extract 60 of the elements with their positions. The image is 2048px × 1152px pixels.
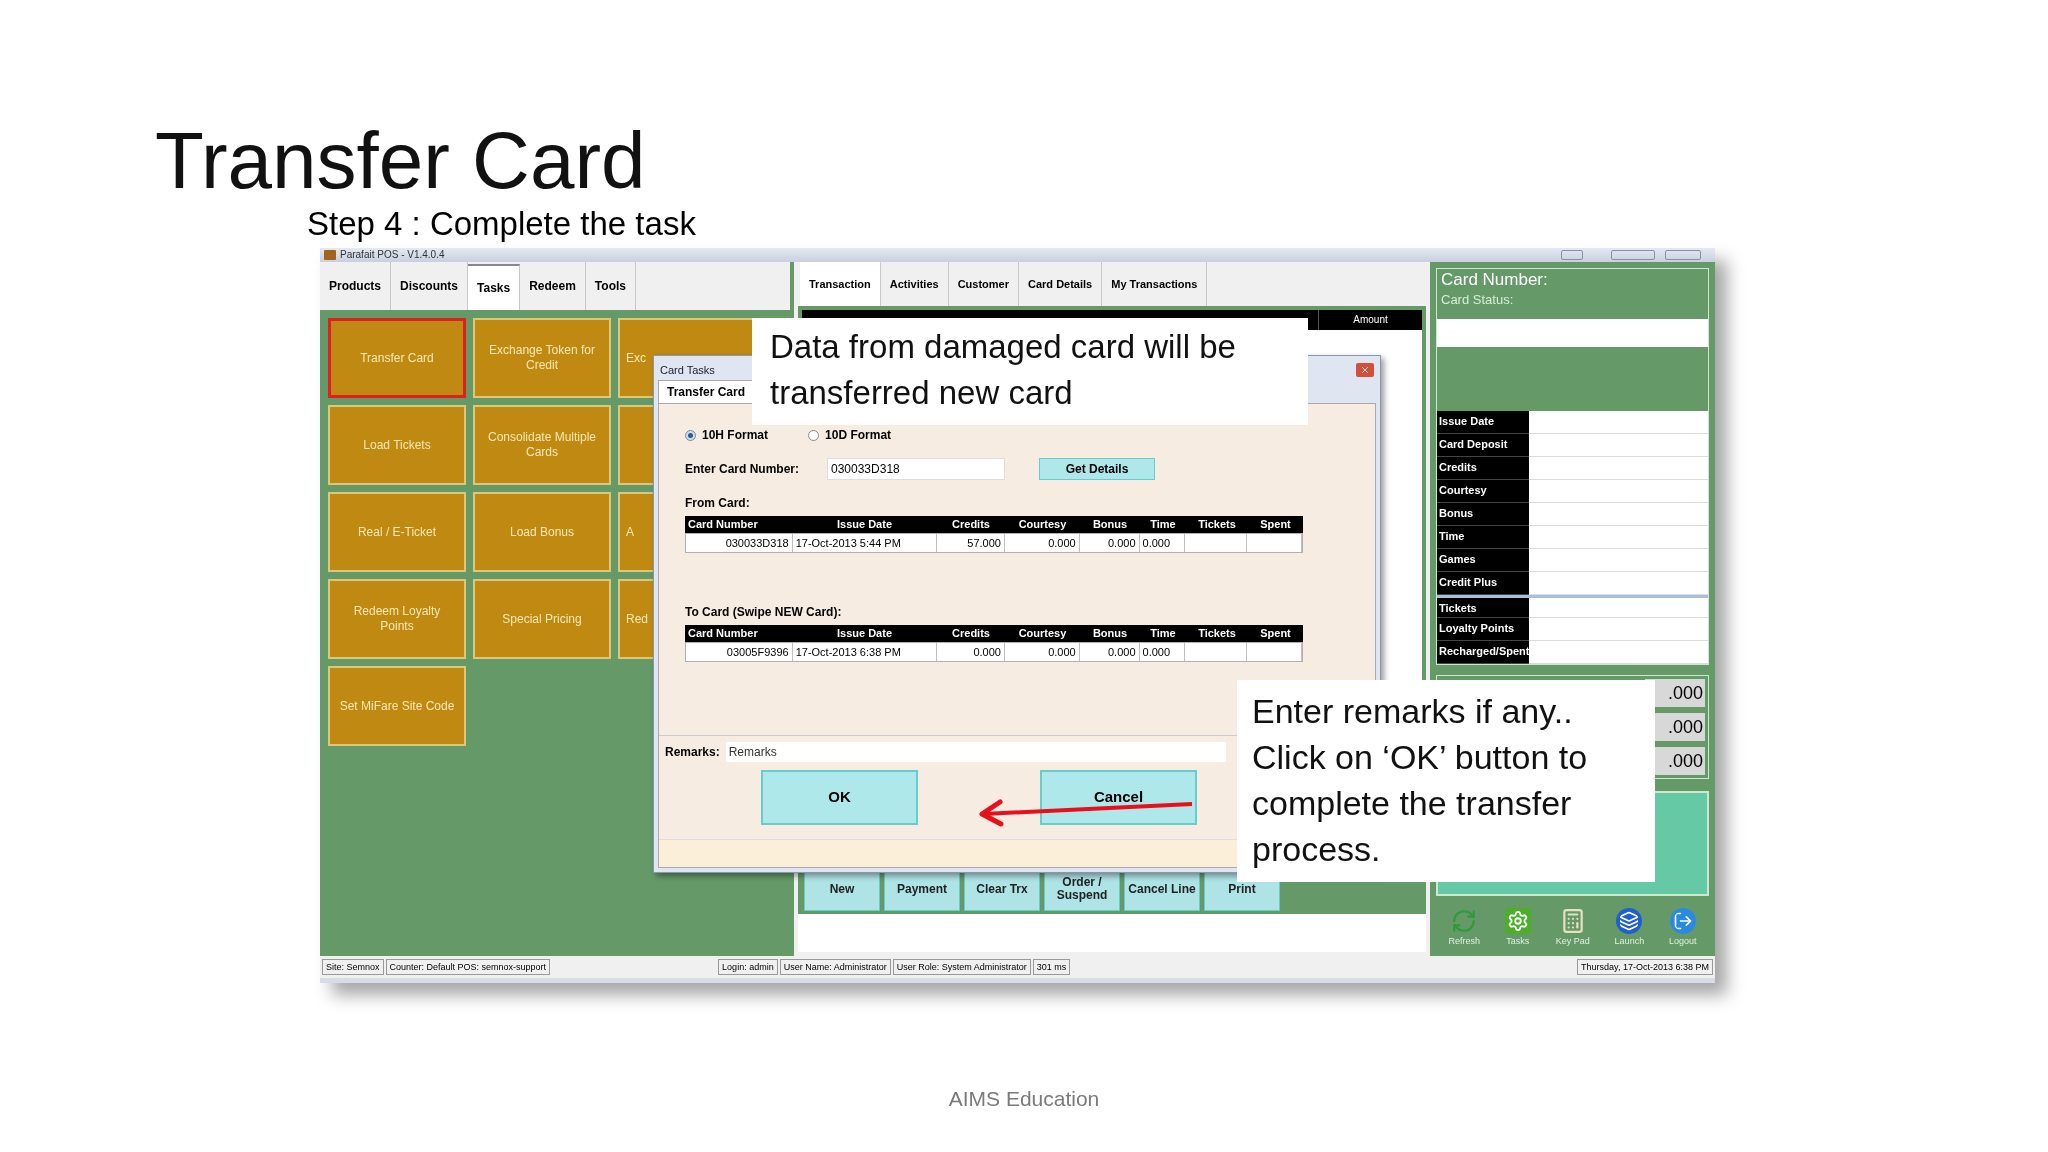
card-status-label: Card Status: (1441, 291, 1515, 309)
column-header: Card Number (687, 517, 759, 532)
column-header: Time (1149, 517, 1177, 532)
column-header: Card Number (687, 626, 759, 641)
column-header: Time (1149, 626, 1177, 641)
table-cell: 0.000 (1004, 534, 1080, 552)
field-label: Issue Date (1437, 411, 1529, 434)
section-label: To Card (Swipe NEW Card): (685, 605, 843, 619)
window-title: Parafait POS - V1.4.0.4 (340, 249, 445, 261)
table-cell: 0.000 (1004, 643, 1080, 661)
table-cell: 0.000 (937, 643, 1005, 661)
field-label: Bonus (1437, 503, 1529, 526)
field-label: Recharged/Spent (1437, 641, 1529, 664)
field-label: Card Deposit (1437, 434, 1529, 457)
status-item: Thursday, 17-Oct-2013 6:38 PM (1577, 959, 1713, 975)
column-header: Issue Date (836, 626, 893, 641)
status-item: Login: admin (718, 959, 778, 975)
slide-subtitle: Step 4 : Complete the task (307, 204, 697, 244)
field-label: Credit Plus (1437, 572, 1529, 595)
table-cell: 0.000 (1139, 643, 1186, 661)
status-item: 301 ms (1032, 959, 1071, 975)
column-header: Amount (1318, 310, 1422, 330)
table-cell: 030033D318 (686, 534, 793, 552)
table-cell: 03005F9396 (686, 643, 793, 661)
column-header: Credits (951, 517, 991, 532)
column-header: Credits (951, 626, 991, 641)
section-label: From Card: (685, 496, 751, 510)
status-item: User Role: System Administrator (892, 959, 1031, 975)
field-label: Games (1437, 549, 1529, 572)
status-item: Counter: Default POS: semnox-support (385, 959, 551, 975)
status-item: User Name: Administrator (779, 959, 891, 975)
field-label: Enter Card Number: (685, 461, 801, 478)
field-label: Courtesy (1437, 480, 1529, 503)
table-cell: 17-Oct-2013 5:44 PM (792, 534, 938, 552)
field-label: Remarks: (665, 744, 720, 761)
dialog-title: Card Tasks (660, 362, 715, 378)
callout-text: Enter remarks if any.. Click on ‘OK’ button to complete the transfer process. (1252, 691, 1589, 870)
column-header: Courtesy (1017, 517, 1068, 532)
slide-title: Transfer Card (155, 118, 647, 204)
field-label: Credits (1437, 457, 1529, 480)
table-cell: 57.000 (937, 534, 1005, 552)
table-cell: 0.000 (1079, 534, 1140, 552)
column-header: Courtesy (1017, 626, 1068, 641)
column-header: Spent (1259, 626, 1292, 641)
slide-footer: AIMS Education (948, 1083, 1100, 1115)
column-header: Tickets (1197, 626, 1237, 641)
column-header: Issue Date (836, 517, 893, 532)
table-cell: 17-Oct-2013 6:38 PM (792, 643, 938, 661)
table-cell: 0.000 (1139, 534, 1186, 552)
callout-text: Data from damaged card will be transferred new card (770, 327, 1237, 413)
field-label: Loyalty Points (1437, 618, 1529, 641)
status-item: Site: Semnox (322, 959, 384, 975)
card-number-label: Card Number: (1441, 269, 1549, 291)
column-header: Tickets (1197, 517, 1237, 532)
column-header: Spent (1259, 517, 1292, 532)
column-header: Bonus (1091, 517, 1129, 532)
field-label: Tickets (1437, 598, 1529, 618)
field-label: Time (1437, 526, 1529, 549)
column-header: Bonus (1091, 626, 1129, 641)
table-cell: 0.000 (1079, 643, 1140, 661)
